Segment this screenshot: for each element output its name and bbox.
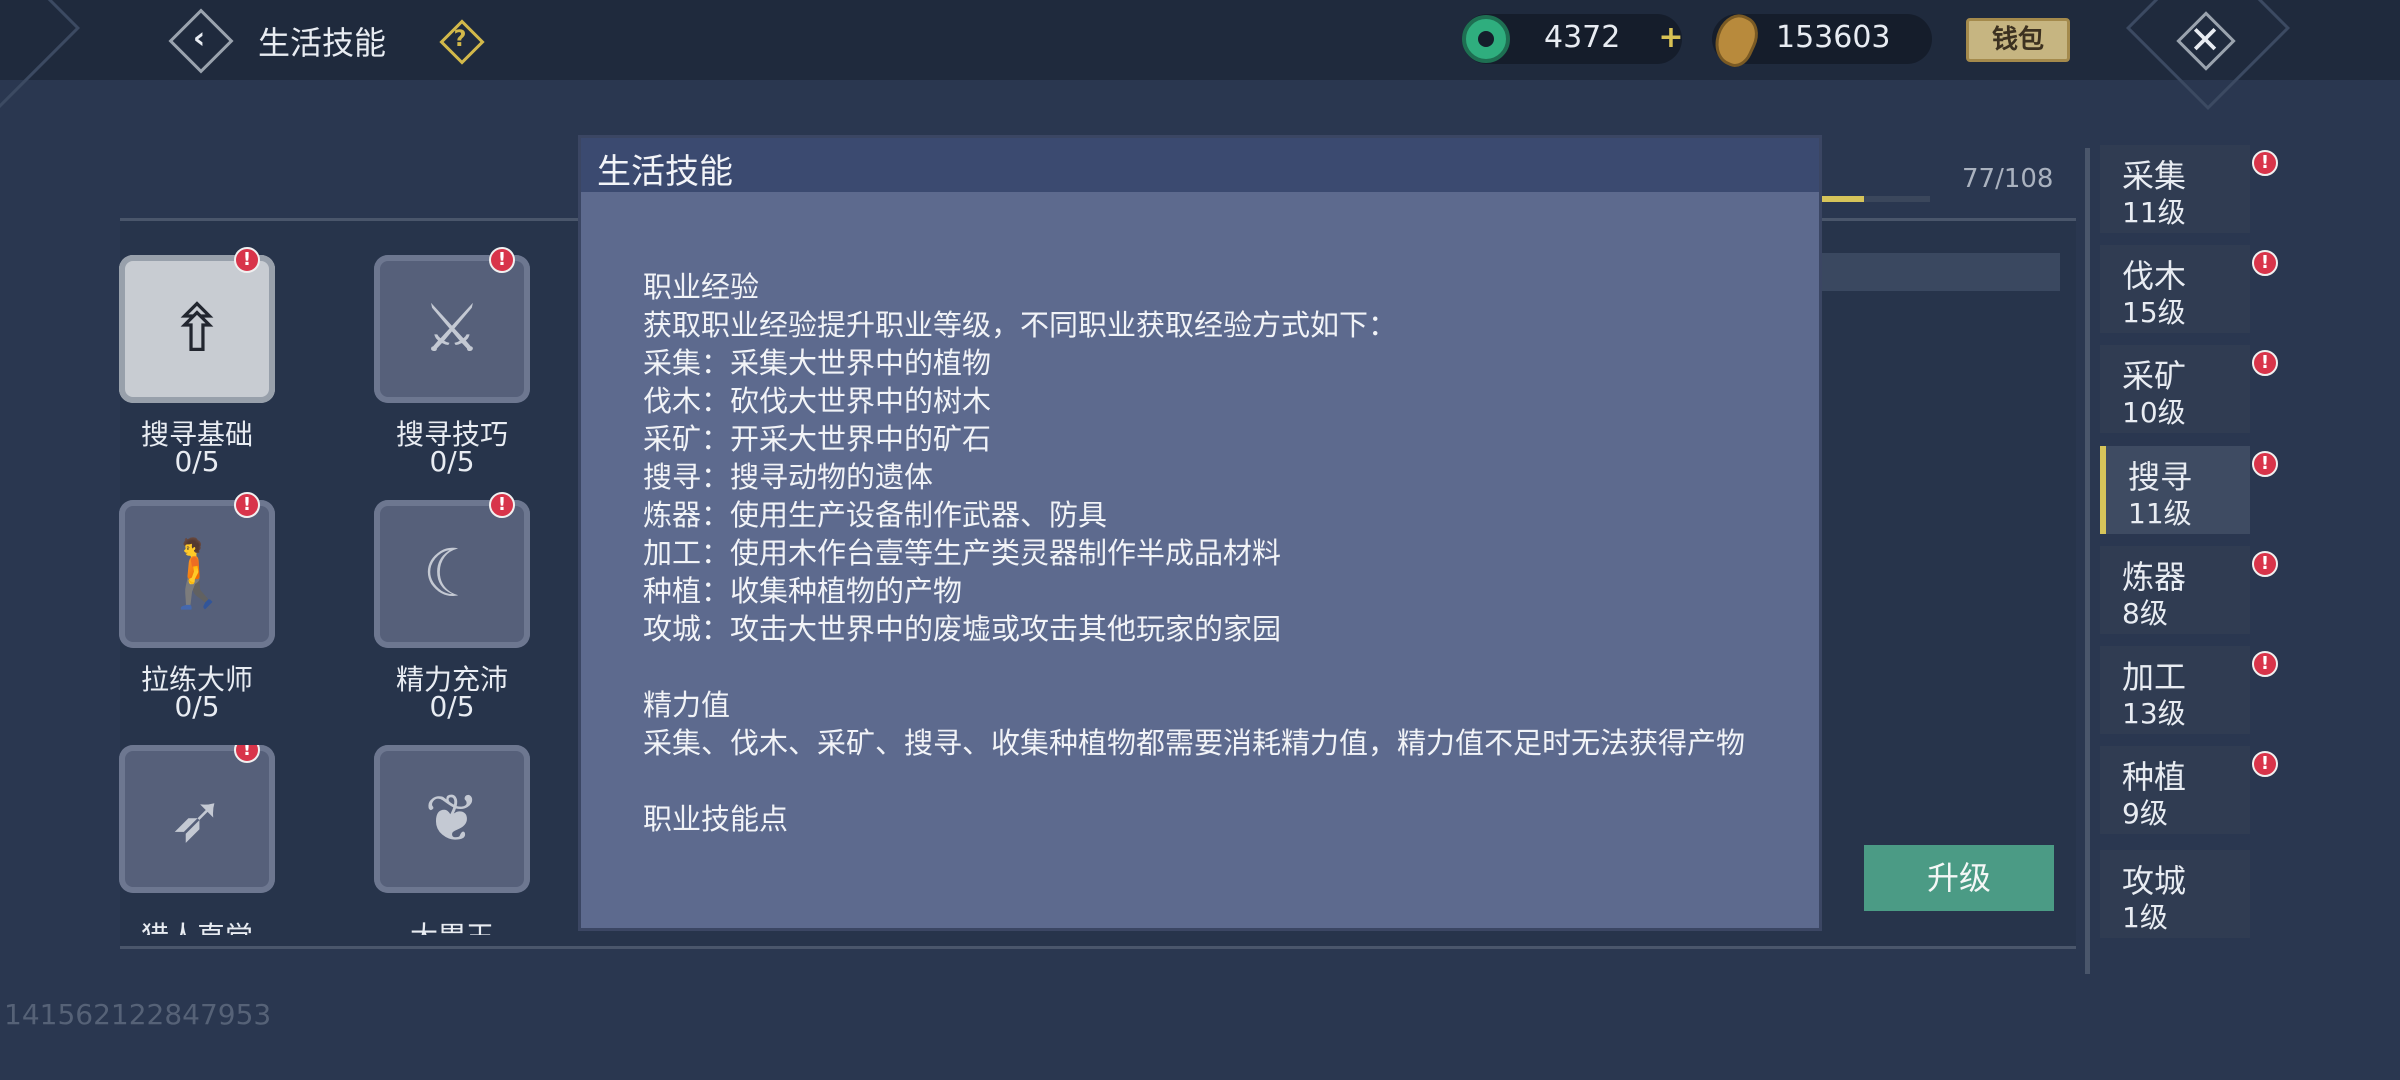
skill-item[interactable]: ➶ ! 猎人直觉 bbox=[82, 745, 312, 935]
experience-progress-text: 77/108 bbox=[1962, 164, 2054, 194]
category-item-siege[interactable]: 攻城 1级 bbox=[2100, 850, 2250, 938]
help-text-line: 加工：使用木作台壹等生产类灵器制作半成品材料 bbox=[643, 536, 1282, 570]
category-item-searching[interactable]: 搜寻 11级 bbox=[2100, 446, 2250, 534]
alert-badge-icon: ! bbox=[2252, 751, 2278, 777]
claw-arrows-icon: ⚔ bbox=[422, 290, 482, 367]
alert-badge-icon: ! bbox=[489, 492, 515, 518]
category-level: 11级 bbox=[2128, 497, 2192, 530]
help-dialog-body[interactable]: 职业经验 获取职业经验提升职业等级，不同职业获取经验方式如下： 采集：采集大世界… bbox=[643, 268, 1773, 873]
category-level: 8级 bbox=[2122, 597, 2168, 630]
skill-icon-frame: ☾ bbox=[374, 500, 530, 648]
skill-icon-frame: ➶ bbox=[119, 745, 275, 893]
help-dialog-header: 生活技能 bbox=[581, 138, 1819, 192]
hiker-icon: 🚶 bbox=[155, 535, 239, 612]
alert-badge-icon: ! bbox=[2252, 250, 2278, 276]
stomach-icon: ❦ bbox=[424, 780, 480, 857]
skill-info-strip bbox=[1820, 253, 2060, 291]
category-item-gathering[interactable]: 采集 11级 bbox=[2100, 145, 2250, 233]
help-text-line: 搜寻：搜寻动物的遗体 bbox=[643, 460, 934, 494]
jade-currency-value: 4372 bbox=[1544, 20, 1621, 55]
category-item-planting[interactable]: 种植 9级 bbox=[2100, 746, 2250, 834]
skill-level: 0/5 bbox=[429, 690, 475, 723]
alert-badge-icon: ! bbox=[234, 247, 260, 273]
category-item-logging[interactable]: 伐木 15级 bbox=[2100, 245, 2250, 333]
skill-icon-frame: ⇮ bbox=[119, 255, 275, 403]
user-id: 141562122847953 bbox=[4, 998, 272, 1031]
help-text-line: 采矿：开采大世界中的矿石 bbox=[643, 422, 992, 456]
skill-name: 大胃王 bbox=[337, 915, 567, 935]
alert-badge-icon: ! bbox=[2252, 651, 2278, 677]
close-icon: ✕ bbox=[2189, 18, 2221, 62]
help-spacer bbox=[643, 648, 1773, 686]
skill-item[interactable]: ❦ 大胃王 bbox=[337, 745, 567, 935]
help-text-line: 炼器：使用生产设备制作武器、防具 bbox=[643, 498, 1108, 532]
skill-level: 0/5 bbox=[174, 690, 220, 723]
category-level: 11级 bbox=[2122, 196, 2186, 229]
category-level: 1级 bbox=[2122, 901, 2168, 934]
help-text-line: 种植：收集种植物的产物 bbox=[643, 574, 963, 608]
skill-icon-frame: 🚶 bbox=[119, 500, 275, 648]
help-text-line: 采集：采集大世界中的植物 bbox=[643, 346, 992, 380]
chevron-left-icon: ‹ bbox=[192, 21, 206, 56]
skill-icon-frame: ❦ bbox=[374, 745, 530, 893]
category-level: 15级 bbox=[2122, 296, 2186, 329]
category-item-processing[interactable]: 加工 13级 bbox=[2100, 646, 2250, 734]
alert-badge-icon: ! bbox=[2252, 451, 2278, 477]
help-dialog: 生活技能 职业经验 获取职业经验提升职业等级，不同职业获取经验方式如下： 采集：… bbox=[578, 135, 1822, 931]
help-text-line: 伐木：砍伐大世界中的树木 bbox=[643, 384, 992, 418]
help-heading: 职业经验 bbox=[643, 270, 760, 304]
category-level: 10级 bbox=[2122, 396, 2186, 429]
alert-badge-icon: ! bbox=[2252, 551, 2278, 577]
help-dialog-title: 生活技能 bbox=[597, 152, 733, 192]
help-heading: 职业技能点 bbox=[643, 802, 789, 836]
wallet-button[interactable]: 钱包 bbox=[1966, 18, 2070, 62]
add-currency-icon[interactable]: + bbox=[1656, 23, 1686, 53]
help-text-line: 攻城：攻击大世界中的废墟或攻击其他玩家的家园 bbox=[643, 612, 1282, 646]
help-text-line: 获取职业经验提升职业等级，不同职业获取经验方式如下： bbox=[643, 308, 1398, 342]
category-divider bbox=[2085, 148, 2090, 974]
skill-icon-frame: ⚔ bbox=[374, 255, 530, 403]
alert-badge-icon: ! bbox=[489, 247, 515, 273]
help-text-line: 采集、伐木、采矿、搜寻、收集种植物都需要消耗精力值，精力值不足时无法获得产物 bbox=[643, 726, 1746, 760]
help-button[interactable]: ? bbox=[439, 19, 485, 65]
category-level: 13级 bbox=[2122, 697, 2186, 730]
coin-currency-value: 153603 bbox=[1776, 20, 1891, 55]
category-item-refining[interactable]: 炼器 8级 bbox=[2100, 546, 2250, 634]
category-level: 9级 bbox=[2122, 797, 2168, 830]
back-button[interactable]: ‹ bbox=[168, 8, 234, 74]
jade-currency-icon bbox=[1462, 15, 1510, 63]
alert-badge-icon: ! bbox=[2252, 150, 2278, 176]
upgrade-button[interactable]: 升级 bbox=[1864, 845, 2054, 911]
close-button[interactable]: ✕ bbox=[2175, 10, 2236, 71]
bow-arrow-icon: ➶ bbox=[169, 780, 225, 857]
alert-badge-icon: ! bbox=[234, 492, 260, 518]
skill-level: 0/5 bbox=[429, 445, 475, 478]
category-item-mining[interactable]: 采矿 10级 bbox=[2100, 345, 2250, 433]
wing-arrows-icon: ⇮ bbox=[169, 290, 225, 367]
question-icon: ? bbox=[453, 27, 467, 52]
hand-moon-icon: ☾ bbox=[422, 535, 482, 612]
help-heading: 精力值 bbox=[643, 688, 731, 722]
help-spacer bbox=[643, 762, 1773, 800]
skill-level: 0/5 bbox=[174, 445, 220, 478]
skill-name: 猎人直觉 bbox=[82, 915, 312, 935]
page-title: 生活技能 bbox=[258, 24, 387, 62]
alert-badge-icon: ! bbox=[2252, 350, 2278, 376]
